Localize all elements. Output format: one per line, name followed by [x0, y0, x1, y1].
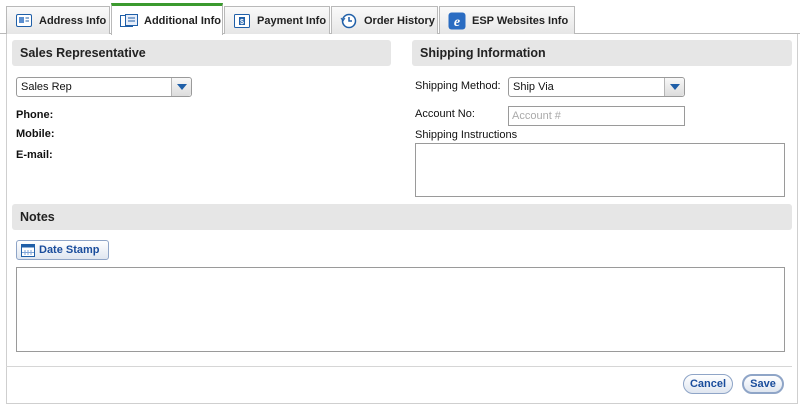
shipping-method-label: Shipping Method: [415, 80, 501, 92]
footer-divider [6, 366, 792, 367]
calendar-icon [21, 243, 35, 257]
svg-text:e: e [454, 15, 460, 30]
tab-additional-info[interactable]: Additional Info [111, 3, 223, 35]
shipping-method-select[interactable]: Ship Via [508, 77, 685, 97]
shipping-instructions-label: Shipping Instructions [415, 129, 518, 141]
svg-text:$: $ [240, 19, 244, 26]
tab-label: Order History [364, 14, 435, 27]
date-stamp-button[interactable]: Date Stamp [16, 240, 109, 260]
account-no-label: Account No: [415, 108, 475, 120]
account-no-input[interactable] [508, 106, 685, 126]
mobile-label: Mobile: [16, 128, 55, 140]
shipping-info-header: Shipping Information [412, 40, 792, 66]
email-label: E-mail: [16, 149, 53, 161]
tab-label: ESP Websites Info [472, 14, 569, 27]
order-history-icon [340, 13, 358, 29]
tab-address-info[interactable]: Address Info [6, 6, 110, 34]
payment-icon: $ [233, 13, 251, 29]
sales-rep-select-value: Sales Rep [21, 81, 72, 93]
esp-websites-icon: e [448, 12, 466, 30]
save-button[interactable]: Save [742, 374, 784, 394]
chevron-down-icon[interactable] [664, 78, 684, 96]
additional-info-icon [120, 13, 138, 29]
tab-bar: Address Info Additional Info $ Payment I… [0, 0, 800, 35]
notes-field[interactable] [16, 267, 785, 352]
phone-label: Phone: [16, 109, 54, 121]
shipping-info-title: Shipping Information [420, 46, 546, 60]
tab-esp-websites-info[interactable]: e ESP Websites Info [439, 6, 575, 34]
cancel-button[interactable]: Cancel [683, 374, 733, 394]
address-card-icon [15, 13, 33, 29]
sales-rep-header: Sales Representative [12, 40, 391, 66]
tab-order-history[interactable]: Order History [331, 6, 438, 34]
date-stamp-label: Date Stamp [39, 244, 100, 256]
notes-header: Notes [12, 204, 792, 230]
tab-label: Payment Info [257, 14, 327, 27]
sales-rep-select[interactable]: Sales Rep [16, 77, 192, 97]
shipping-method-value: Ship Via [513, 81, 554, 93]
tab-payment-info[interactable]: $ Payment Info [224, 6, 330, 34]
tab-label: Additional Info [144, 14, 221, 27]
chevron-down-icon[interactable] [171, 78, 191, 96]
shipping-instructions-field[interactable] [415, 143, 785, 197]
tab-label: Address Info [39, 14, 107, 27]
sales-rep-title: Sales Representative [20, 46, 146, 60]
notes-title: Notes [20, 210, 55, 224]
